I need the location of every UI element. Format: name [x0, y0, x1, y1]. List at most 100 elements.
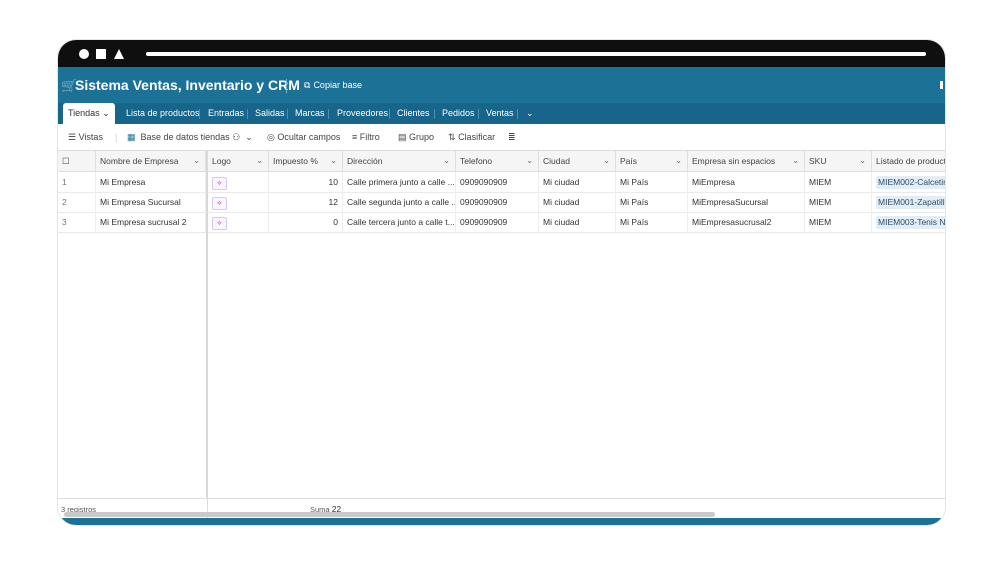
cell-empresa-sin-espacios[interactable]: MiEmpresaSucursal — [688, 192, 805, 212]
cell-impuesto[interactable]: 0 — [269, 212, 343, 232]
cell-pais[interactable]: Mi País — [616, 172, 688, 192]
group-button[interactable]: ▤ Grupo — [398, 132, 434, 143]
select-all-checkbox[interactable]: ☐ — [58, 151, 96, 171]
cell-ciudad[interactable]: Mi ciudad — [539, 212, 616, 232]
table-row[interactable]: 2 Mi Empresa Sucursal ⟡ 12 Calle segunda… — [58, 192, 945, 213]
tab-clientes[interactable]: Clientes — [392, 103, 435, 124]
tab-entradas[interactable]: Entradas — [203, 103, 249, 124]
cell-pais[interactable]: Mi País — [616, 192, 688, 212]
cell-telefono[interactable]: 0909090909 — [456, 212, 539, 232]
tab-tiendas[interactable]: Tiendas ⌄ — [63, 103, 115, 124]
view-name: Base de datos tiendas — [140, 132, 230, 142]
browser-top-bar — [58, 40, 945, 67]
row-number: 2 — [58, 192, 96, 212]
cell-logo[interactable]: ⟡ — [208, 192, 269, 212]
cell-empresa-sin-espacios[interactable]: MiEmpresasucrusal2 — [688, 212, 805, 232]
cell-ciudad[interactable]: Mi ciudad — [539, 172, 616, 192]
chevron-down-icon: ⌄ — [330, 156, 337, 165]
square-icon — [96, 49, 106, 59]
tab-divider — [389, 109, 390, 119]
hide-fields-button[interactable]: ◎ Ocultar campos — [267, 132, 340, 143]
column-header-sku[interactable]: SKU ⌄ — [805, 151, 872, 171]
cell-sku[interactable]: MIEM — [805, 212, 872, 232]
tab-divider — [287, 109, 288, 119]
cell-direccion[interactable]: Calle tercera junto a calle t... — [343, 212, 456, 232]
cell-nombre[interactable]: Mi Empresa Sucursal — [96, 192, 206, 212]
cell-nombre[interactable]: Mi Empresa sucrusal 2 — [96, 212, 206, 232]
address-bar[interactable] — [146, 52, 926, 56]
column-header-logo[interactable]: Logo ⌄ — [208, 151, 269, 171]
cell-logo[interactable]: ⟡ — [208, 172, 269, 192]
column-header-listado[interactable]: Listado de producto — [872, 151, 945, 171]
row-number: 1 — [58, 172, 96, 192]
column-label: Listado de producto — [876, 156, 945, 166]
menu-icon: ☰ — [68, 132, 77, 142]
cell-listado[interactable]: MIEM002-Calcetine — [872, 172, 945, 192]
cell-impuesto[interactable]: 10 — [269, 172, 343, 192]
column-label: Dirección — [347, 156, 383, 166]
tab-proveedores[interactable]: Proveedores — [332, 103, 393, 124]
filter-button[interactable]: ≡ Filtro — [352, 132, 380, 142]
column-label: Logo — [212, 156, 231, 166]
column-header-pais[interactable]: País ⌄ — [616, 151, 688, 171]
chevron-down-icon: ⌄ — [859, 156, 866, 165]
cell-sku[interactable]: MIEM — [805, 172, 872, 192]
horizontal-scrollbar[interactable] — [64, 512, 715, 517]
more-tabs-chevron-icon[interactable]: ⌄ — [521, 103, 539, 124]
chevron-down-icon: ⌄ — [102, 108, 110, 118]
view-selector[interactable]: ▦ Base de datos tiendas ⚇ ⌄ — [127, 132, 253, 143]
cell-nombre[interactable]: Mi Empresa — [96, 172, 206, 192]
column-header-empresa-sin-espacios[interactable]: Empresa sin espacios ⌄ — [688, 151, 805, 171]
tab-salidas[interactable]: Salidas — [250, 103, 290, 124]
linked-record-chip[interactable]: MIEM001-Zapatilla — [876, 196, 945, 209]
linked-record-chip[interactable]: MIEM003-Tenis Niñ — [876, 216, 945, 229]
frozen-column-divider[interactable] — [206, 151, 208, 499]
chevron-down-icon: ⌄ — [792, 156, 799, 165]
grid-icon: ▦ — [127, 132, 136, 142]
cell-listado[interactable]: MIEM003-Tenis Niñ — [872, 212, 945, 232]
column-header-direccion[interactable]: Dirección ⌄ — [343, 151, 456, 171]
table-row[interactable]: 1 Mi Empresa ⟡ 10 Calle primera junto a … — [58, 172, 945, 193]
column-header-nombre[interactable]: Nombre de Empresa ⌄ — [96, 151, 206, 171]
column-label: Ciudad — [543, 156, 570, 166]
linked-record-chip[interactable]: MIEM002-Calcetine — [876, 176, 945, 189]
browser-window: 🛒 Sistema Ventas, Inventario y CRM ⧉ Copi… — [58, 40, 945, 525]
tab-lista-de-productos[interactable]: Lista de productos — [121, 103, 205, 124]
column-header-telefono[interactable]: Telefono ⌄ — [456, 151, 539, 171]
copy-base-button[interactable]: ⧉ Copiar base — [304, 80, 362, 91]
cell-telefono[interactable]: 0909090909 — [456, 172, 539, 192]
cell-pais[interactable]: Mi País — [616, 212, 688, 232]
grid-header: ☐ Nombre de Empresa ⌄ Logo ⌄ Impuesto % ⌄ D… — [58, 151, 945, 172]
copy-base-label: Copiar base — [313, 80, 362, 90]
cell-listado[interactable]: MIEM001-Zapatilla — [872, 192, 945, 212]
cell-direccion[interactable]: Calle primera junto a calle ... — [343, 172, 456, 192]
data-grid: ☐ Nombre de Empresa ⌄ Logo ⌄ Impuesto % ⌄ D… — [58, 150, 945, 499]
cell-telefono[interactable]: 0909090909 — [456, 192, 539, 212]
cell-impuesto[interactable]: 12 — [269, 192, 343, 212]
cell-logo[interactable]: ⟡ — [208, 212, 269, 232]
sort-button[interactable]: ⇅ Clasificar — [448, 132, 495, 143]
group-icon: ▤ — [398, 132, 407, 142]
table-tabs: Tiendas ⌄ Lista de productos Entradas Sa… — [58, 103, 945, 124]
column-header-impuesto[interactable]: Impuesto % ⌄ — [269, 151, 343, 171]
cell-ciudad[interactable]: Mi ciudad — [539, 192, 616, 212]
tab-pedidos[interactable]: Pedidos — [437, 103, 480, 124]
chevron-down-icon: ⌄ — [256, 156, 263, 165]
views-button[interactable]: ☰ Vistas — [68, 132, 103, 143]
tab-marcas[interactable]: Marcas — [290, 103, 330, 124]
tab-divider — [478, 109, 479, 119]
cell-sku[interactable]: MIEM — [805, 192, 872, 212]
column-header-ciudad[interactable]: Ciudad ⌄ — [539, 151, 616, 171]
filter-label: Filtro — [359, 132, 380, 142]
cell-direccion[interactable]: Calle segunda junto a calle ... — [343, 192, 456, 212]
row-height-icon[interactable]: ≣ — [508, 132, 516, 143]
cell-empresa-sin-espacios[interactable]: MiEmpresa — [688, 172, 805, 192]
app-title: Sistema Ventas, Inventario y CRM — [75, 77, 300, 93]
column-label: Impuesto % — [273, 156, 318, 166]
filter-icon: ≡ — [352, 132, 358, 142]
table-row[interactable]: 3 Mi Empresa sucrusal 2 ⟡ 0 Calle tercer… — [58, 212, 945, 233]
views-label: Vistas — [78, 132, 103, 142]
tab-ventas[interactable]: Ventas — [481, 103, 519, 124]
sort-icon: ⇅ — [448, 132, 456, 142]
column-label: Telefono — [460, 156, 493, 166]
